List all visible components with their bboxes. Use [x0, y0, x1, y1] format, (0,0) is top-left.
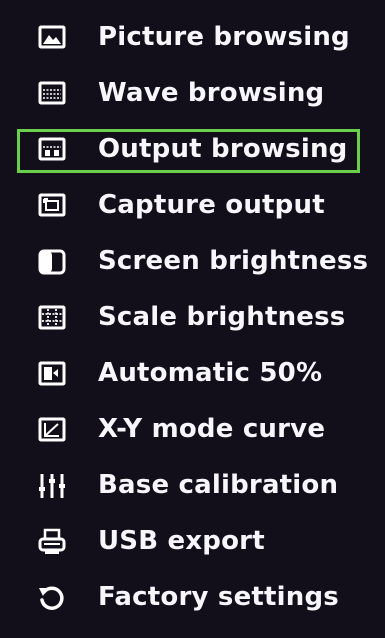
menu-item-label: Base calibration: [98, 470, 339, 500]
menu-item-label: Wave browsing: [98, 78, 325, 108]
picture-icon: [38, 25, 66, 49]
automatic-icon: [38, 361, 66, 386]
menu-item-label: Automatic 50%: [98, 358, 323, 388]
menu-item-usb-export[interactable]: USB export: [0, 513, 385, 569]
menu-item-label: Factory settings: [98, 582, 339, 612]
menu-item-capture-output[interactable]: Capture output: [0, 177, 385, 233]
brightness-icon: [38, 249, 66, 275]
wave-icon: [38, 81, 66, 105]
menu-item-label: Screen brightness: [98, 246, 369, 276]
menu-item-scale-brightness[interactable]: Scale brightness: [0, 289, 385, 345]
calibration-icon: [39, 474, 65, 498]
menu-item-output-browsing[interactable]: Output browsing: [0, 121, 385, 177]
menu-item-label: Scale brightness: [98, 302, 346, 332]
xy-curve-icon: [38, 417, 66, 442]
menu-item-screen-brightness[interactable]: Screen brightness: [0, 233, 385, 289]
factory-reset-icon: [39, 586, 64, 610]
menu-item-factory-settings[interactable]: Factory settings: [0, 569, 385, 625]
usb-export-icon: [38, 528, 66, 554]
menu-screen: Picture browsing Wave browsing Output br…: [0, 0, 385, 638]
menu-item-xy-mode-curve[interactable]: X-Y mode curve: [0, 401, 385, 457]
menu-item-picture-browsing[interactable]: Picture browsing: [0, 9, 385, 65]
menu-item-wave-browsing[interactable]: Wave browsing: [0, 65, 385, 121]
scale-grid-icon: [38, 305, 66, 330]
menu-item-label: X-Y mode curve: [98, 414, 326, 444]
menu-item-automatic-50[interactable]: Automatic 50%: [0, 345, 385, 401]
output-icon: [38, 137, 66, 161]
menu-item-label: Capture output: [98, 190, 325, 220]
menu-item-label: Output browsing: [98, 134, 348, 164]
capture-icon: [38, 193, 66, 217]
menu-item-base-calibration[interactable]: Base calibration: [0, 457, 385, 513]
menu-item-label: USB export: [98, 526, 265, 556]
menu-item-label: Picture browsing: [98, 22, 350, 52]
